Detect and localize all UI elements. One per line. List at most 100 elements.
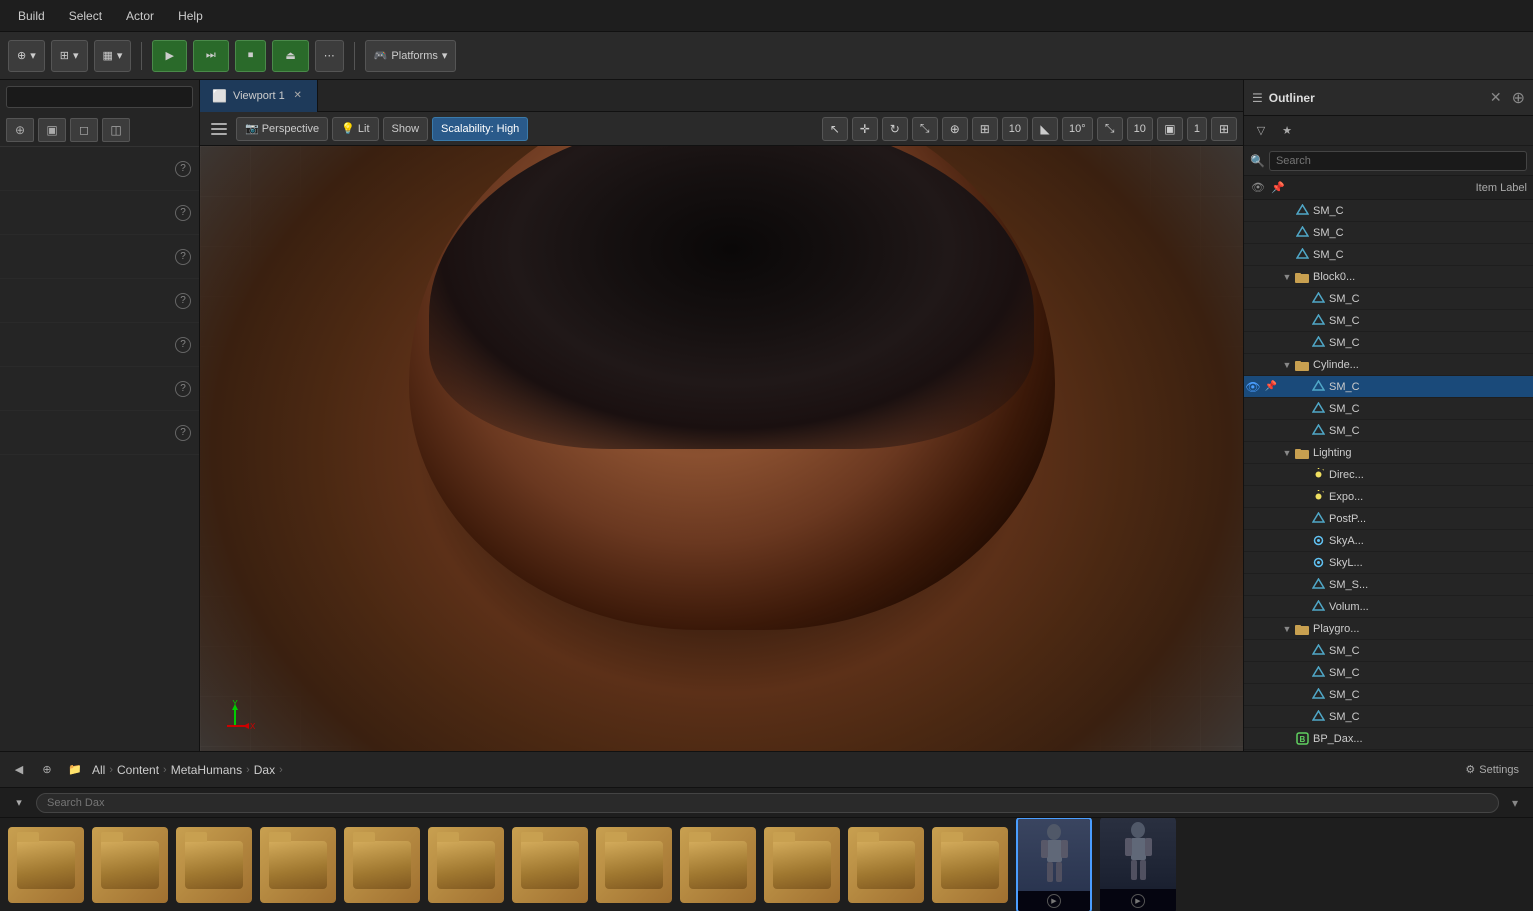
character-asset-0[interactable]: ▶ (1016, 818, 1092, 911)
folder-asset-7[interactable] (596, 827, 672, 903)
outliner-item[interactable]: SM_C (1244, 222, 1533, 244)
rotate-button[interactable]: ↻ (882, 117, 908, 141)
outliner-item[interactable]: SkyA... (1244, 530, 1533, 552)
character-asset-1[interactable]: ▶ (1100, 818, 1176, 911)
folder-asset-10[interactable] (848, 827, 924, 903)
visibility-col-icon[interactable]: 👁 (1250, 180, 1266, 196)
outliner-item[interactable]: ▼Lighting (1244, 442, 1533, 464)
stop-button[interactable]: ⏹ (235, 40, 267, 72)
panel-icon-4[interactable]: ◫ (102, 118, 130, 142)
outliner-search-input[interactable] (1269, 151, 1527, 171)
outliner-item[interactable]: BBP_Dax... (1244, 728, 1533, 750)
expand-arrow[interactable]: ▼ (1280, 618, 1294, 640)
browser-add-button[interactable]: ⊕ (36, 759, 58, 781)
outliner-item[interactable]: SM_C (1244, 662, 1533, 684)
play-next-button[interactable]: ⏭ (193, 40, 229, 72)
viewport-menu-button[interactable] (206, 117, 232, 141)
folder-asset-3[interactable] (260, 827, 336, 903)
grid-button[interactable]: ⊞ (972, 117, 998, 141)
breadcrumb-content[interactable]: Content (117, 763, 159, 777)
perspective-button[interactable]: 📷 Perspective (236, 117, 328, 141)
folder-asset-0[interactable] (8, 827, 84, 903)
help-icon-1[interactable]: ? (175, 161, 191, 177)
folder-asset-9[interactable] (764, 827, 840, 903)
maximize-button[interactable]: ⊞ (1211, 117, 1237, 141)
outliner-item[interactable]: SM_C (1244, 200, 1533, 222)
help-icon-4[interactable]: ? (175, 293, 191, 309)
expand-arrow[interactable]: ▼ (1280, 354, 1294, 376)
breadcrumb-metahumans[interactable]: MetaHumans (171, 763, 242, 777)
left-panel-search-input[interactable] (6, 86, 193, 108)
transform-button[interactable]: ✛ (852, 117, 878, 141)
folder-asset-11[interactable] (932, 827, 1008, 903)
browser-search-input[interactable] (36, 793, 1499, 813)
outliner-item[interactable]: SM_C (1244, 706, 1533, 728)
outliner-item[interactable]: NewLe... (1244, 750, 1533, 751)
menu-select[interactable]: Select (59, 5, 112, 27)
angle-button[interactable]: ◣ (1032, 117, 1058, 141)
snap-button[interactable]: ⤡ (1097, 117, 1123, 141)
folder-asset-1[interactable] (92, 827, 168, 903)
browser-filter-button[interactable]: ▾ (8, 792, 30, 814)
viewport-canvas[interactable]: Y X (200, 146, 1243, 751)
browser-nav-back[interactable]: ◀ (8, 759, 30, 781)
add-button[interactable]: ⊕ ▾ (8, 40, 45, 72)
folder-asset-4[interactable] (344, 827, 420, 903)
eject-button[interactable]: ⏏ (272, 40, 308, 72)
platforms-button[interactable]: 🎮 Platforms ▾ (365, 40, 457, 72)
outliner-item[interactable]: ▼Block0... (1244, 266, 1533, 288)
local-space-button[interactable]: ⊕ (942, 117, 968, 141)
show-button[interactable]: Show (383, 117, 429, 141)
camera-speed-button[interactable]: ▣ (1157, 117, 1183, 141)
more-options-button[interactable]: ⋯ (315, 40, 344, 72)
play-button[interactable]: ▶ (152, 40, 186, 72)
char-play-button-1[interactable]: ▶ (1131, 894, 1145, 908)
outliner-star-button[interactable]: ★ (1276, 120, 1298, 142)
viewport-tab-close[interactable]: ✕ (291, 89, 305, 103)
help-icon-2[interactable]: ? (175, 205, 191, 221)
outliner-item[interactable]: SM_C (1244, 244, 1533, 266)
panel-icon-1[interactable]: ⊕ (6, 118, 34, 142)
outliner-item[interactable]: SM_C (1244, 420, 1533, 442)
help-icon-5[interactable]: ? (175, 337, 191, 353)
outliner-item[interactable]: Volum... (1244, 596, 1533, 618)
char-play-button-0[interactable]: ▶ (1047, 894, 1061, 908)
outliner-item[interactable]: Expo... (1244, 486, 1533, 508)
item-label-col[interactable]: Item Label (1476, 182, 1527, 194)
browser-folder-button[interactable]: 📁 (64, 759, 86, 781)
folder-asset-2[interactable] (176, 827, 252, 903)
help-icon-6[interactable]: ? (175, 381, 191, 397)
select-mode-button[interactable]: ↖ (822, 117, 848, 141)
menu-actor[interactable]: Actor (116, 5, 164, 27)
menu-build[interactable]: Build (8, 5, 55, 27)
breadcrumb-all[interactable]: All (92, 763, 105, 777)
expand-arrow[interactable]: ▼ (1280, 266, 1294, 288)
grid-size-button[interactable]: 10 (1002, 117, 1028, 141)
help-icon-3[interactable]: ? (175, 249, 191, 265)
outliner-item[interactable]: SM_S... (1244, 574, 1533, 596)
folder-asset-6[interactable] (512, 827, 588, 903)
outliner-item[interactable]: SM_C (1244, 310, 1533, 332)
outliner-item[interactable]: 👁📌SM_C (1244, 376, 1533, 398)
outliner-item[interactable]: PostP... (1244, 508, 1533, 530)
menu-help[interactable]: Help (168, 5, 213, 27)
outliner-item[interactable]: SM_C (1244, 684, 1533, 706)
outliner-item[interactable]: SM_C (1244, 640, 1533, 662)
visibility-icon[interactable]: 👁 (1244, 378, 1262, 396)
folder-asset-5[interactable] (428, 827, 504, 903)
outliner-item[interactable]: SkyL... (1244, 552, 1533, 574)
outliner-item[interactable]: Direc... (1244, 464, 1533, 486)
mode-button[interactable]: ⊞ ▾ (51, 40, 88, 72)
panel-icon-3[interactable]: ◻ (70, 118, 98, 142)
viewport-tab-1[interactable]: ⬜ Viewport 1 ✕ (200, 80, 318, 112)
folder-asset-8[interactable] (680, 827, 756, 903)
panel-icon-2[interactable]: ▣ (38, 118, 66, 142)
scale-button[interactable]: ⤡ (912, 117, 938, 141)
snap-size-button[interactable]: 10 (1127, 117, 1153, 141)
browser-search-expand[interactable]: ▾ (1505, 793, 1525, 813)
outliner-item[interactable]: SM_C (1244, 398, 1533, 420)
help-icon-7[interactable]: ? (175, 425, 191, 441)
angle-size-button[interactable]: 10° (1062, 117, 1093, 141)
breadcrumb-dax[interactable]: Dax (254, 763, 275, 777)
scalability-button[interactable]: Scalability: High (432, 117, 528, 141)
